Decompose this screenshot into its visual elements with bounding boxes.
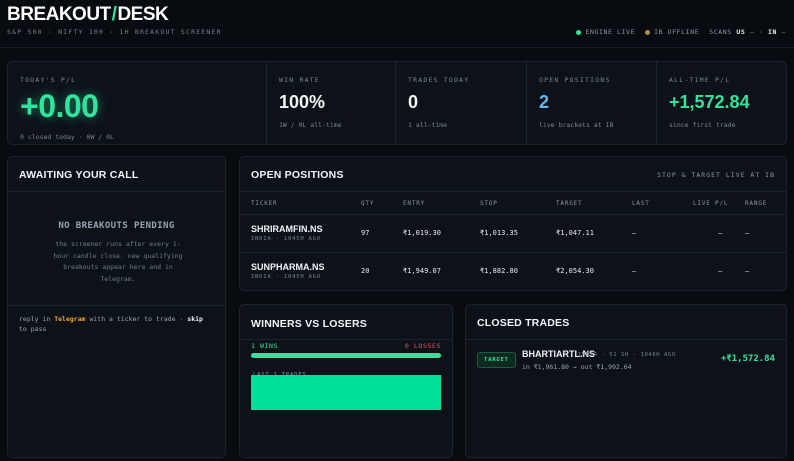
status-bar: ENGINE LIVE IB OFFLINE SCANS US — · IN — [576, 28, 786, 36]
column-header-qty: QTY [361, 200, 375, 207]
stat-label: OPEN POSITIONS [539, 76, 611, 84]
app-subtitle: S&P 500 · NIFTY 100 · 1H BREAKOUT SCREEN… [7, 28, 222, 36]
losses-count: 0 LOSSES [404, 342, 441, 350]
scans-us-label: US [736, 28, 746, 36]
stat-trades-today: TRADES TODAY 0 1 all-time [395, 62, 526, 144]
column-header-live-pl: LIVE P/L [693, 200, 729, 207]
open-positions-subtitle: STOP & TARGET LIVE AT IB [657, 171, 775, 179]
column-header-last: LAST [632, 200, 650, 207]
stat-label: TODAY'S P/L [20, 76, 77, 84]
row-range: — [745, 267, 750, 275]
open-positions-panel: OPEN POSITIONS STOP & TARGET LIVE AT IB … [239, 156, 787, 291]
ib-status: IB OFFLINE [645, 28, 699, 36]
row-live-pl: — [718, 229, 723, 237]
empty-state-description: the screener runs after every 1-hour can… [53, 240, 183, 283]
closed-trades-panel: CLOSED TRADES TARGET BHARTIARTL.NS INDIA… [465, 304, 787, 458]
stat-label: WIN RATE [279, 76, 320, 84]
open-positions-header: OPEN POSITIONS STOP & TARGET LIVE AT IB [240, 157, 786, 192]
column-header-target: TARGET [556, 200, 583, 207]
chart-label: LAST 1 TRADES [253, 372, 307, 378]
stat-open-positions: OPEN POSITIONS 2 live brackets at IB [526, 62, 656, 144]
stat-value: +0.00 [20, 88, 99, 124]
table-row[interactable]: SUNPHARMA.NS INDIA · 1045H AGO 20 ₹1,949… [240, 252, 786, 290]
awaiting-panel: AWAITING YOUR CALL NO BREAKOUTS PENDING … [7, 156, 226, 458]
closed-meta: INDIA · 51 SH · 1046H AGO [578, 352, 676, 358]
row-last: — [632, 267, 637, 275]
row-range: — [745, 229, 750, 237]
engine-status: ENGINE LIVE [576, 28, 635, 36]
trade-pnl-chart: LAST 1 TRADES [251, 372, 441, 410]
row-last: — [632, 229, 637, 237]
column-header-stop: STOP [480, 200, 498, 207]
empty-state-title: NO BREAKOUTS PENDING [58, 221, 175, 231]
skip-keyword: skip [187, 315, 203, 323]
open-positions-title: OPEN POSITIONS [251, 169, 344, 181]
awaiting-footer: reply in Telegram with a ticker to trade… [8, 305, 225, 342]
stat-value: 0 [408, 92, 419, 112]
win-ratio-fill [251, 353, 441, 358]
stat-sub: 1 all-time [408, 121, 448, 129]
wins-count: 1 WINS [251, 342, 279, 350]
row-meta: INDIA · 1045H AGO [251, 236, 321, 242]
scans-status: SCANS US — · IN — [709, 28, 786, 36]
row-stop: ₹1,013.35 [480, 229, 518, 237]
telegram-link[interactable]: Telegram [54, 315, 85, 323]
row-target: ₹2,054.30 [556, 267, 594, 275]
engine-status-dot-icon [576, 29, 582, 35]
row-target: ₹1,047.11 [556, 229, 594, 237]
stat-all-time-pl: ALL-TIME P/L +1,572.84 since first trade [656, 62, 786, 144]
stats-panel: TODAY'S P/L +0.00 0 closed today · 0W / … [7, 61, 787, 145]
column-header-entry: ENTRY [403, 200, 426, 207]
row-entry: ₹1,949.07 [403, 267, 441, 275]
row-ticker: SHRIRAMFIN.NS [251, 224, 323, 234]
logo-slash: / [111, 4, 117, 25]
row-stop: ₹1,882.80 [480, 267, 518, 275]
stat-sub: 0 closed today · 0W / 0L [20, 133, 114, 141]
scans-in-label: IN [767, 28, 777, 36]
win-ratio-bar [251, 353, 441, 358]
trade-pnl-bar [251, 375, 441, 410]
ib-status-dot-icon [645, 29, 651, 35]
stat-value: 100% [279, 92, 326, 112]
winners-losers-panel: WINNERS VS LOSERS 1 WINS 0 LOSSES LAST 1… [239, 304, 453, 458]
closed-detail: in ₹1,961.80 → out ₹1,992.64 [522, 363, 632, 371]
stat-win-rate: WIN RATE 100% 1W / 0L all-time [266, 62, 395, 144]
column-header-range: RANGE [745, 200, 768, 207]
table-row[interactable]: SHRIRAMFIN.NS INDIA · 1045H AGO 97 ₹1,01… [240, 214, 786, 252]
win-loss-labels: 1 WINS 0 LOSSES [251, 342, 441, 350]
column-header-ticker: TICKER [251, 200, 278, 207]
awaiting-title: AWAITING YOUR CALL [19, 169, 139, 181]
stat-sub: live brackets at IB [539, 121, 614, 129]
stat-value: 2 [539, 92, 550, 112]
row-live-pl: — [718, 267, 723, 275]
stat-label: ALL-TIME P/L [669, 76, 731, 84]
app-logo: BREAKOUT / DESK [7, 4, 169, 26]
logo-right: DESK [117, 4, 169, 25]
status-badge: TARGET [477, 352, 516, 368]
closed-trades-title: CLOSED TRADES [477, 317, 570, 329]
row-qty: 97 [361, 229, 370, 237]
stat-todays-pl: TODAY'S P/L +0.00 0 closed today · 0W / … [8, 62, 266, 144]
awaiting-header: AWAITING YOUR CALL [8, 157, 225, 192]
closed-trades-header: CLOSED TRADES [466, 305, 786, 340]
row-qty: 20 [361, 267, 370, 275]
row-meta: INDIA · 1045H AGO [251, 274, 321, 280]
winners-title: WINNERS VS LOSERS [251, 318, 367, 330]
stat-sub: since first trade [669, 121, 736, 129]
row-ticker: SUNPHARMA.NS [251, 262, 325, 272]
winners-header: WINNERS VS LOSERS [240, 305, 452, 340]
app-header: BREAKOUT / DESK S&P 500 · NIFTY 100 · 1H B… [0, 0, 794, 48]
stat-sub: 1W / 0L all-time [279, 121, 342, 129]
stat-label: TRADES TODAY [408, 76, 470, 84]
stat-value: +1,572.84 [669, 92, 750, 112]
logo-left: BREAKOUT [7, 4, 111, 25]
row-entry: ₹1,019.30 [403, 229, 441, 237]
closed-pnl: +₹1,572.84 [720, 354, 775, 364]
